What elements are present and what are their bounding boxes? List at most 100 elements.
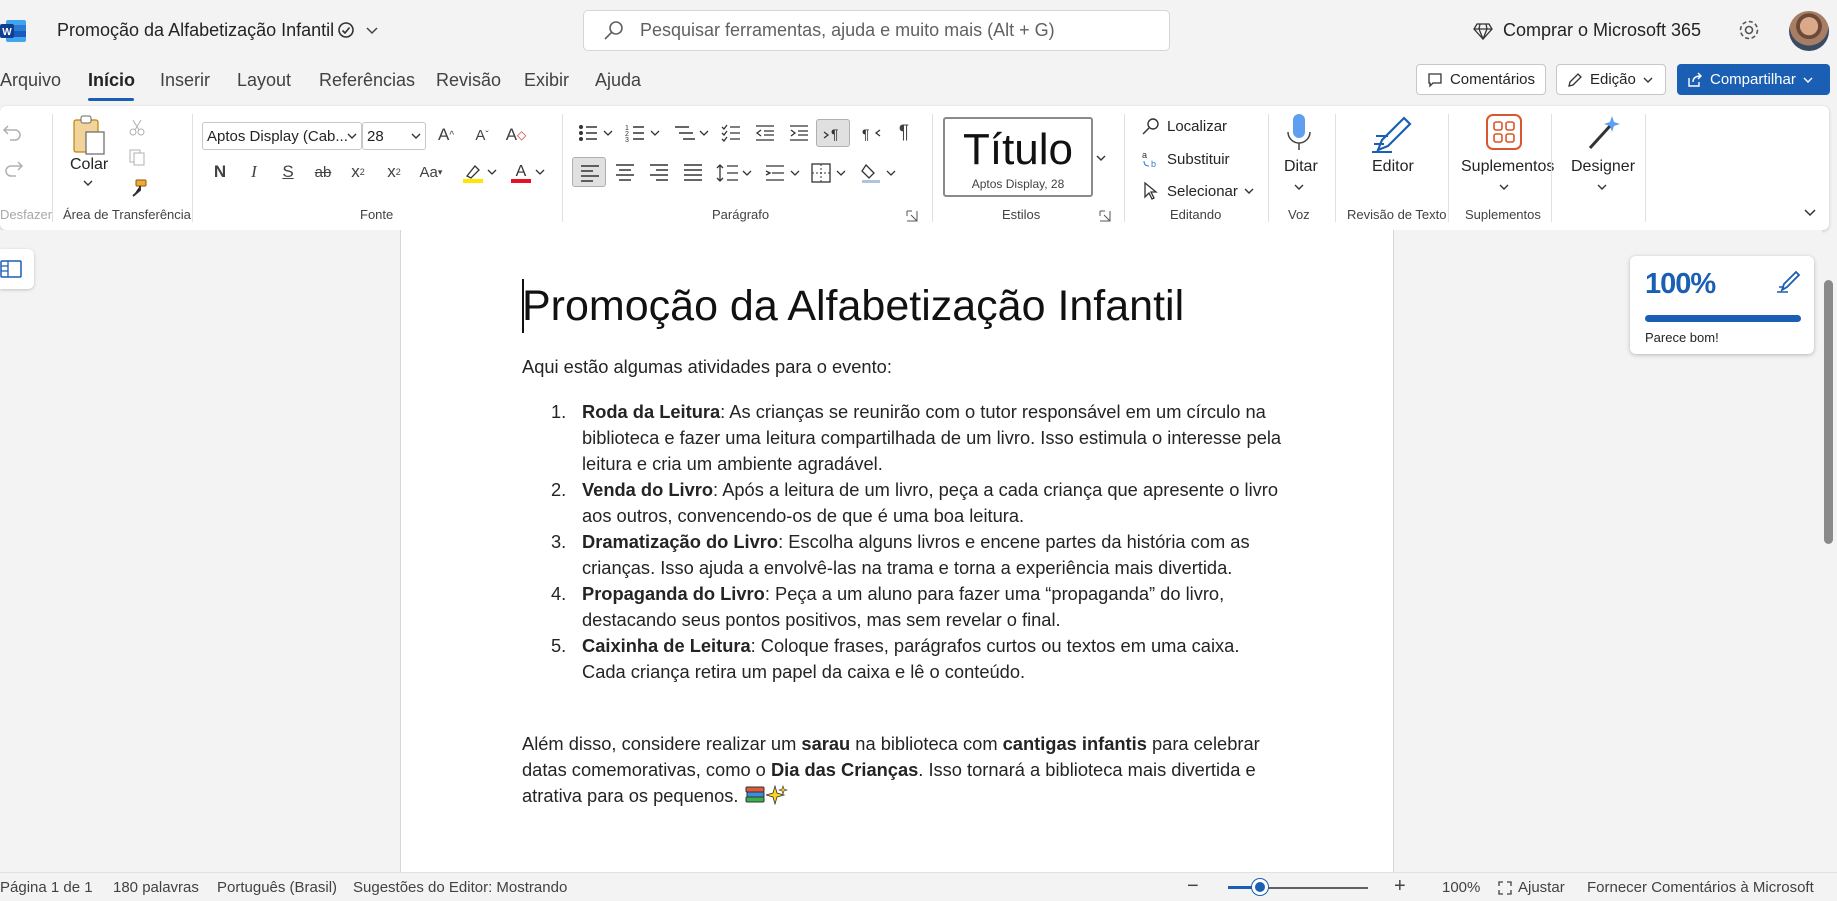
editor-pen-icon[interactable] bbox=[1370, 114, 1414, 154]
editor-score-card[interactable]: 100% Parece bom! bbox=[1630, 256, 1814, 354]
document-page[interactable]: Promoção da Alfabetização Infantil Aqui … bbox=[400, 230, 1394, 872]
line-spacing-icon[interactable] bbox=[716, 162, 752, 184]
cut-icon[interactable] bbox=[128, 118, 146, 136]
borders-icon[interactable] bbox=[810, 162, 846, 184]
list-item[interactable]: 5. Caixinha de Leitura: Coloque frases, p… bbox=[522, 633, 1282, 685]
paste-label[interactable]: Colar bbox=[70, 156, 108, 174]
page-count[interactable]: Página 1 de 1 bbox=[0, 879, 93, 896]
italic-button[interactable]: I bbox=[242, 160, 266, 184]
list-item[interactable]: 4. Propaganda do Livro: Peça a um aluno p… bbox=[522, 581, 1282, 633]
paragraph-spacing-icon[interactable] bbox=[764, 162, 800, 184]
dictate-label[interactable]: Ditar bbox=[1284, 158, 1318, 176]
redo-icon[interactable] bbox=[2, 158, 24, 180]
replace-button[interactable]: ab Substituir bbox=[1141, 149, 1230, 169]
settings-gear-icon[interactable] bbox=[1737, 18, 1761, 42]
style-gallery-title[interactable]: Título Aptos Display, 28 bbox=[943, 117, 1093, 197]
justify-icon[interactable] bbox=[682, 163, 704, 183]
editing-mode-button[interactable]: Edição bbox=[1556, 64, 1666, 95]
buy-microsoft-365-button[interactable]: Comprar o Microsoft 365 bbox=[1473, 20, 1701, 41]
paste-icon[interactable] bbox=[70, 114, 108, 158]
decrease-indent-icon[interactable] bbox=[754, 122, 776, 144]
chevron-down-icon bbox=[1803, 77, 1813, 83]
tab-referencias[interactable]: Referências bbox=[319, 70, 415, 91]
designer-wand-icon[interactable] bbox=[1584, 112, 1622, 152]
find-button[interactable]: Localizar bbox=[1141, 116, 1227, 136]
dialog-launcher-icon[interactable] bbox=[906, 210, 918, 222]
tab-ajuda[interactable]: Ajuda bbox=[595, 70, 641, 91]
bullets-icon[interactable] bbox=[577, 122, 613, 144]
document-heading[interactable]: Promoção da Alfabetização Infantil bbox=[522, 282, 1184, 331]
tab-layout[interactable]: Layout bbox=[237, 70, 291, 91]
shading-icon[interactable] bbox=[860, 162, 896, 184]
copy-icon[interactable] bbox=[128, 148, 146, 166]
tab-inserir[interactable]: Inserir bbox=[160, 70, 210, 91]
intro-paragraph[interactable]: Aqui estão algumas atividades para o eve… bbox=[522, 354, 892, 380]
designer-label[interactable]: Designer bbox=[1571, 158, 1635, 176]
clear-formatting-icon[interactable]: A ◇ bbox=[504, 123, 528, 147]
zoom-in-button[interactable]: + bbox=[1394, 875, 1406, 898]
chevron-down-icon[interactable] bbox=[1294, 182, 1304, 192]
tab-revisao[interactable]: Revisão bbox=[436, 70, 501, 91]
closing-paragraph[interactable]: Além disso, considere realizar um sarau … bbox=[522, 731, 1262, 809]
rtl-paragraph-icon[interactable]: ¶ bbox=[860, 122, 882, 144]
show-formatting-marks-icon[interactable]: ¶ bbox=[893, 121, 915, 145]
format-painter-icon[interactable] bbox=[128, 178, 148, 198]
language-indicator[interactable]: Português (Brasil) bbox=[217, 879, 337, 896]
dialog-launcher-icon[interactable] bbox=[1099, 210, 1111, 222]
select-button[interactable]: Selecionar bbox=[1141, 181, 1254, 201]
chevron-down-icon[interactable] bbox=[365, 21, 379, 39]
tab-exibir[interactable]: Exibir bbox=[524, 70, 569, 91]
search-box[interactable]: Pesquisar ferramentas, ajuda e muito mai… bbox=[583, 10, 1170, 51]
tab-inicio[interactable]: Início bbox=[88, 70, 135, 91]
list-item[interactable]: 2. Venda do Livro: Após a leitura de um l… bbox=[522, 477, 1282, 529]
increase-indent-icon[interactable] bbox=[788, 122, 810, 144]
zoom-out-button[interactable]: − bbox=[1187, 875, 1199, 898]
zoom-slider-thumb[interactable] bbox=[1252, 879, 1268, 895]
ltr-direction-button[interactable]: ¶ bbox=[816, 119, 850, 147]
navigation-pane-button[interactable] bbox=[0, 249, 34, 289]
grow-font-icon[interactable]: A ^ bbox=[434, 123, 458, 147]
highlight-color-icon[interactable] bbox=[461, 162, 497, 184]
chevron-down-icon[interactable] bbox=[83, 178, 93, 188]
styles-more-button[interactable] bbox=[1093, 117, 1109, 197]
font-family-select[interactable]: Aptos Display (Cab... bbox=[202, 122, 362, 150]
change-case-button[interactable]: Aa ▾ bbox=[414, 160, 448, 184]
bold-button[interactable]: N bbox=[208, 160, 232, 184]
document-title[interactable]: Promoção da Alfabetização Infantil bbox=[57, 20, 334, 41]
numbering-icon[interactable]: 123 bbox=[624, 122, 660, 144]
align-left-button[interactable] bbox=[572, 157, 606, 187]
strikethrough-button[interactable]: ab bbox=[310, 160, 336, 184]
editor-label[interactable]: Editor bbox=[1372, 158, 1414, 176]
editor-suggestions-status[interactable]: Sugestões do Editor: Mostrando bbox=[353, 879, 567, 896]
vertical-scrollbar[interactable] bbox=[1824, 280, 1833, 544]
undo-icon[interactable] bbox=[2, 122, 24, 144]
zoom-level[interactable]: 100% bbox=[1442, 879, 1480, 896]
microphone-icon[interactable] bbox=[1284, 112, 1314, 156]
font-size-select[interactable]: 28 bbox=[362, 122, 426, 150]
align-center-icon[interactable] bbox=[614, 163, 636, 183]
chevron-down-icon[interactable] bbox=[1499, 182, 1509, 192]
word-count[interactable]: 180 palavras bbox=[113, 879, 199, 896]
tab-arquivo[interactable]: Arquivo bbox=[0, 70, 61, 91]
share-button[interactable]: Compartilhar bbox=[1677, 64, 1830, 95]
list-item[interactable]: 3. Dramatização do Livro: Escolha alguns … bbox=[522, 529, 1282, 581]
list-item[interactable]: 1. Roda da Leitura: As crianças se reunir… bbox=[522, 399, 1282, 477]
addins-icon[interactable] bbox=[1486, 114, 1522, 150]
collapse-ribbon-icon[interactable] bbox=[1803, 206, 1817, 220]
feedback-link[interactable]: Fornecer Comentários à Microsoft bbox=[1587, 879, 1814, 896]
fit-button[interactable]: Ajustar bbox=[1498, 879, 1565, 896]
comments-button[interactable]: Comentários bbox=[1416, 64, 1546, 95]
chevron-down-icon[interactable] bbox=[1597, 182, 1607, 192]
addins-label[interactable]: Suplementos bbox=[1461, 158, 1554, 176]
cloud-saved-icon[interactable] bbox=[337, 21, 355, 39]
multilevel-list-icon[interactable] bbox=[673, 122, 709, 144]
shrink-font-icon[interactable]: Aˇ bbox=[470, 123, 494, 147]
user-avatar[interactable] bbox=[1789, 11, 1829, 51]
font-color-icon[interactable]: A bbox=[509, 162, 545, 184]
subscript-button[interactable]: x2 bbox=[348, 160, 368, 184]
underline-button[interactable]: S bbox=[276, 160, 300, 184]
word-app-icon[interactable]: W bbox=[0, 19, 26, 43]
superscript-button[interactable]: x2 bbox=[384, 160, 404, 184]
align-right-icon[interactable] bbox=[648, 163, 670, 183]
checklist-icon[interactable] bbox=[720, 122, 742, 144]
